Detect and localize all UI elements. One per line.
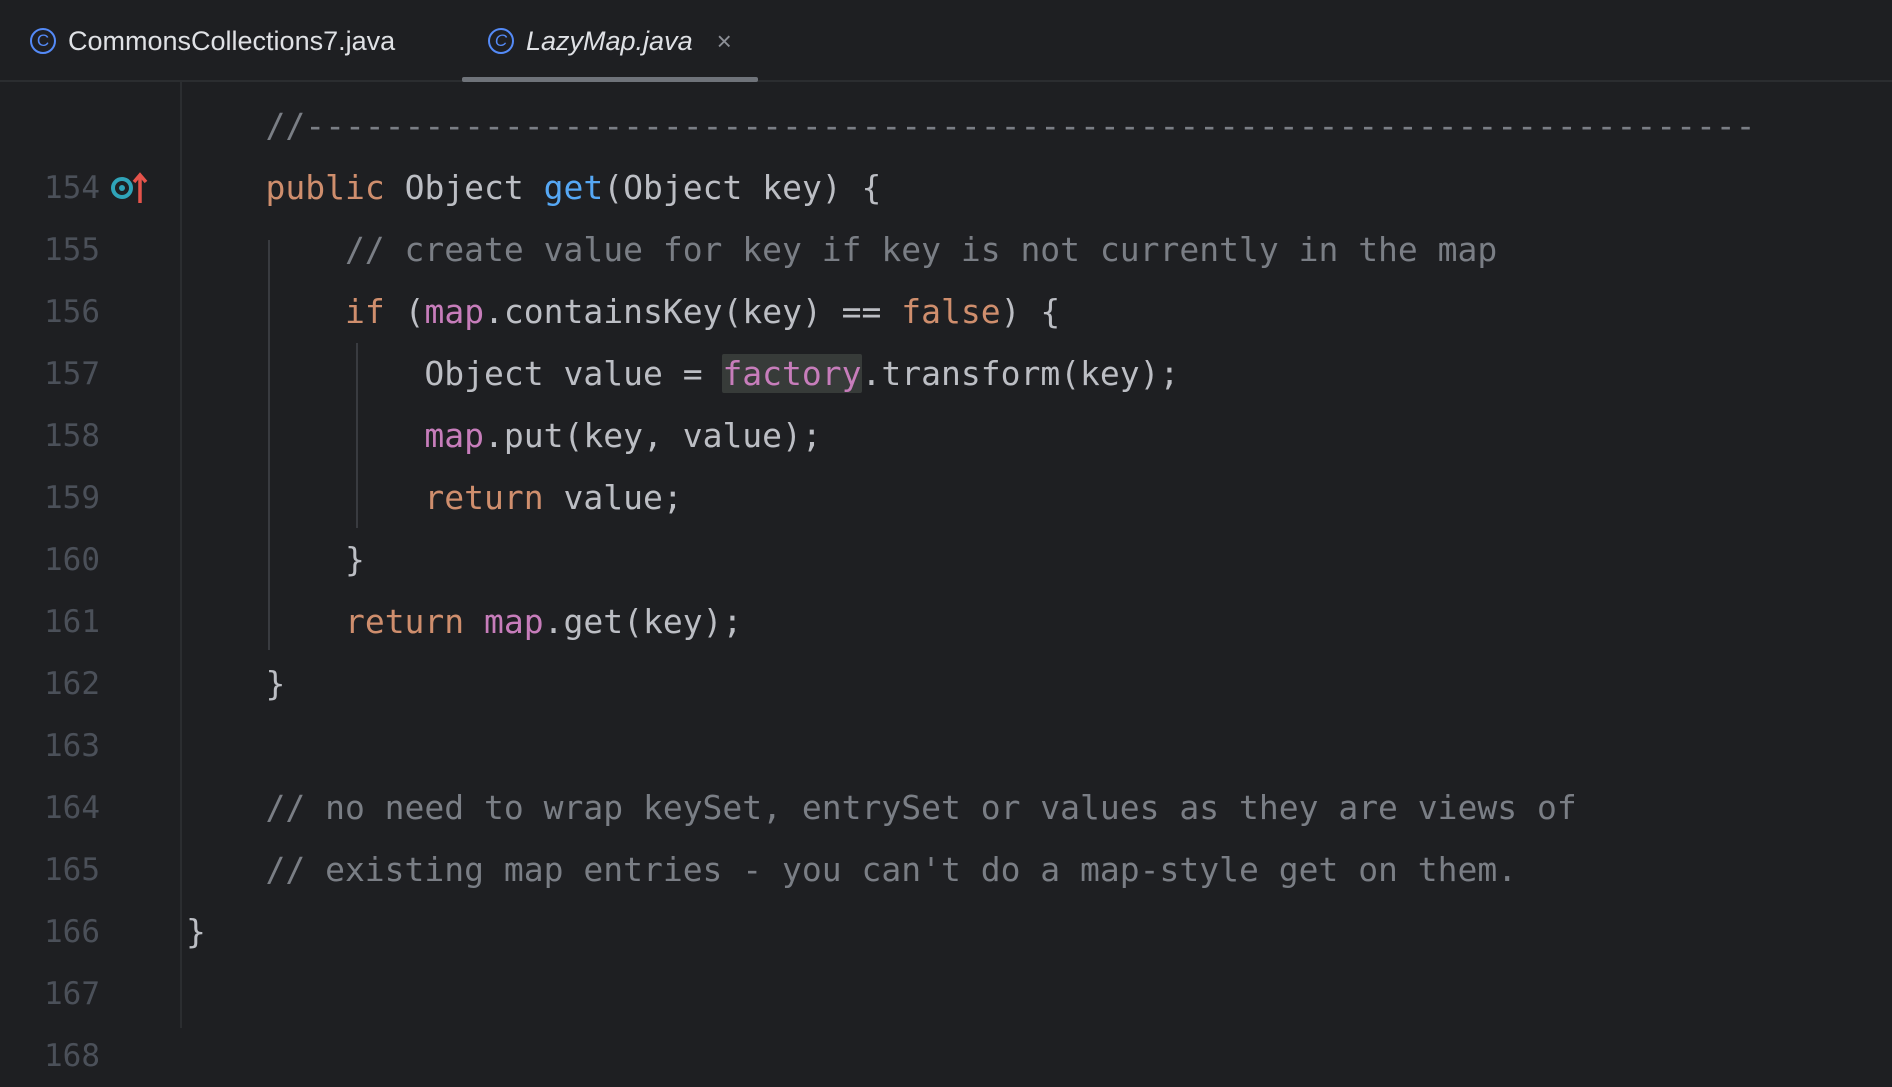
code-line[interactable]: 166 // existing map entries - you can't …: [0, 839, 1892, 950]
java-class-icon: C: [488, 28, 514, 54]
code-text: }: [186, 664, 286, 703]
tab-label: LazyMap.java: [526, 25, 693, 56]
code-text: Object value =: [186, 354, 723, 393]
keyword-token: if: [344, 292, 385, 331]
tab-lazymap[interactable]: C LazyMap.java ×: [488, 0, 732, 82]
field-token: map: [484, 602, 544, 641]
keyword-token: public: [265, 168, 385, 207]
code-line[interactable]: 168: [0, 963, 1892, 1074]
code-line[interactable]: 167 }: [0, 901, 1892, 1012]
tab-label: CommonsCollections7.java: [68, 25, 396, 56]
code-text: (: [384, 292, 425, 331]
code-line[interactable]: 161 }: [0, 529, 1892, 640]
keyword-token: false: [901, 292, 1001, 331]
active-tab-indicator: [462, 77, 758, 82]
code-line[interactable]: 160 return value;: [0, 467, 1892, 578]
code-line[interactable]: 165 // no need to wrap keySet, entrySet …: [0, 777, 1892, 888]
code-text: }: [186, 912, 206, 951]
code-line[interactable]: 154 //----------------------------------…: [0, 95, 1892, 206]
keyword-token: return: [344, 602, 465, 641]
code-text: .transform(key);: [861, 354, 1180, 393]
line-number: 168: [44, 1038, 100, 1074]
code-line[interactable]: 163 }: [0, 653, 1892, 764]
comment-text: // no need to wrap keySet, entrySet or v…: [186, 788, 1577, 827]
code-text: }: [186, 540, 365, 579]
tab-commonscollections7[interactable]: C CommonsCollections7.java: [30, 0, 395, 82]
comment-text: // existing map entries - you can't do a…: [186, 850, 1518, 889]
code-text: (Object key) {: [603, 168, 882, 207]
code-line[interactable]: 157 if (map.containsKey(key) == false) {: [0, 281, 1892, 392]
code-line[interactable]: 162 return map.get(key);: [0, 591, 1892, 702]
code-text: .containsKey(key) ==: [484, 292, 902, 331]
code-text: Object: [384, 168, 544, 207]
code-line[interactable]: 156 // create value for key if key is no…: [0, 219, 1892, 330]
code-line[interactable]: 164: [0, 715, 1892, 826]
code-line[interactable]: 158 Object value = factory.transform(key…: [0, 343, 1892, 454]
code-text: ) {: [1000, 292, 1061, 331]
editor-tab-bar: C CommonsCollections7.java C LazyMap.jav…: [0, 0, 1892, 82]
code-line[interactable]: 159 map.put(key, value);: [0, 405, 1892, 516]
comment-text: // create value for key if key is not cu…: [186, 230, 1498, 269]
comment-separator: //--------------------------------------…: [186, 106, 1756, 145]
code-text: value;: [543, 478, 683, 517]
close-icon[interactable]: ×: [717, 26, 732, 57]
code-text: .put(key, value);: [484, 416, 822, 455]
java-class-icon: C: [30, 28, 56, 54]
code-text: .get(key);: [543, 602, 743, 641]
field-token: map: [424, 292, 485, 331]
highlighted-field-token: factory: [722, 354, 862, 393]
keyword-token: return: [424, 478, 544, 517]
field-token: map: [424, 416, 485, 455]
code-line[interactable]: 155 public Object get(Object key) {: [0, 157, 1892, 268]
method-name-token: get: [543, 168, 604, 207]
